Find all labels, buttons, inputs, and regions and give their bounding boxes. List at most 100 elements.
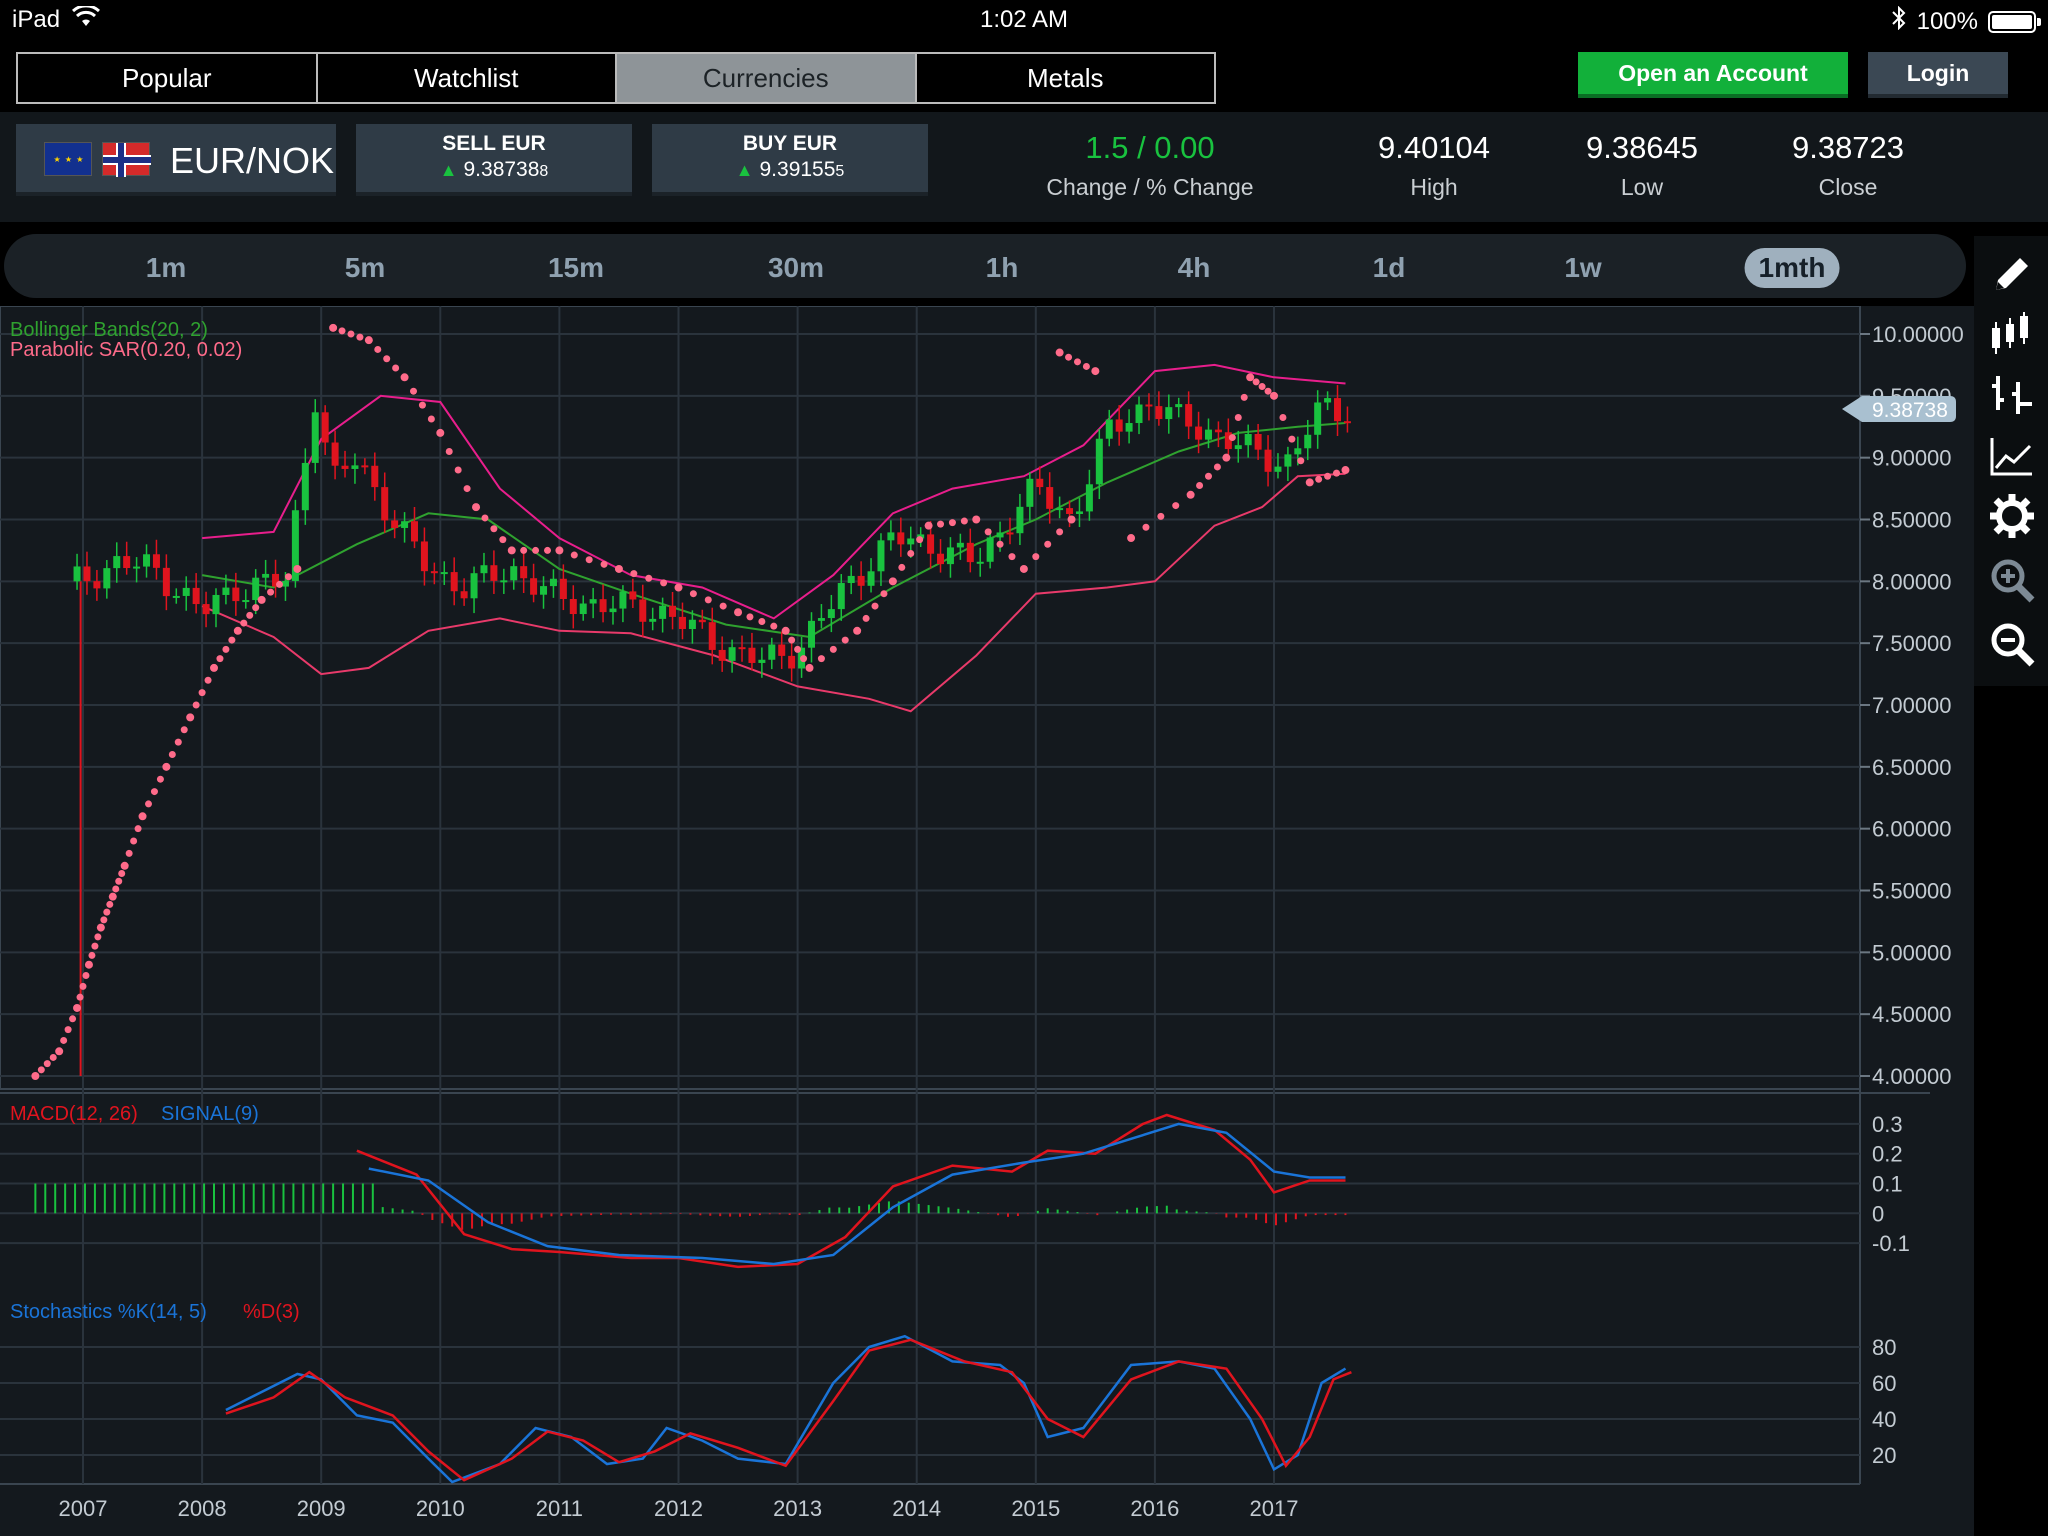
sar-dot	[1127, 534, 1136, 543]
tab-currencies[interactable]: Currencies	[617, 54, 917, 102]
chart-area[interactable]: 2007 2008 2009 2010 2011 2012 2013 2014 2015 2016…	[0, 306, 1974, 1536]
sar-dot	[570, 551, 578, 559]
sar-dot	[937, 520, 945, 528]
candle-up	[252, 577, 260, 601]
timeframe-1mth[interactable]: 1mth	[1744, 248, 1840, 288]
legend-signal: SIGNAL(9)	[161, 1103, 259, 1125]
sar-dot	[180, 726, 188, 734]
sar-dot	[1252, 378, 1260, 386]
sar-dot	[853, 626, 862, 635]
instrument-selector[interactable]: ★ ★ ★ EUR/NOK	[16, 124, 336, 192]
parabolic-sar	[31, 323, 1350, 1080]
sell-label: SELL EUR	[442, 132, 546, 155]
sar-dot	[1056, 528, 1064, 536]
ohlc-bars-icon[interactable]	[1988, 370, 2036, 418]
candle-down	[927, 534, 935, 554]
tab-popular[interactable]: Popular	[18, 54, 318, 102]
open-account-button[interactable]: Open an Account	[1578, 52, 1848, 94]
sar-dot	[96, 923, 105, 932]
candle-up	[976, 561, 984, 564]
timeframe-1d[interactable]: 1d	[1359, 248, 1420, 288]
sar-dot	[91, 942, 99, 950]
sell-price: 9.38738	[463, 158, 540, 181]
sar-dot	[924, 521, 933, 530]
stoch-y-tick-label: 20	[1872, 1443, 1896, 1468]
bluetooth-icon	[1891, 5, 1907, 37]
sar-dot	[972, 515, 981, 524]
buy-label: BUY EUR	[742, 132, 838, 155]
candle-up	[619, 591, 627, 609]
sar-dot	[198, 689, 206, 697]
candle-up	[589, 599, 597, 604]
candle-up	[1294, 448, 1302, 455]
candle-down	[669, 605, 677, 617]
sar-dot	[168, 750, 176, 758]
buy-price-pip: 5	[835, 163, 845, 180]
candle-down	[1066, 508, 1074, 514]
timeframe-1h[interactable]: 1h	[972, 248, 1033, 288]
sar-dot	[103, 908, 111, 916]
sar-dot	[481, 514, 489, 522]
zoom-out-icon[interactable]	[1988, 620, 2036, 668]
candle-down	[599, 599, 607, 613]
x-tick-label: 2014	[892, 1496, 941, 1521]
sar-dot	[888, 577, 897, 586]
legend-stoch-k: Stochastics %K(14, 5)	[10, 1301, 207, 1323]
pencil-icon[interactable]	[1988, 250, 2036, 298]
sar-dot	[1157, 512, 1165, 520]
sar-dot	[1067, 515, 1076, 524]
sar-dot	[55, 1047, 64, 1056]
candle-up	[1105, 419, 1113, 439]
line-chart-icon[interactable]	[1988, 432, 2036, 480]
candle-up	[401, 521, 409, 528]
sar-dot	[1213, 463, 1221, 471]
macd-y-tick-label: -0.1	[1872, 1231, 1910, 1256]
battery-icon	[1988, 10, 2041, 33]
sar-dot	[1172, 502, 1180, 510]
chart-toolbar	[1974, 236, 2048, 686]
candle-down	[530, 578, 538, 595]
candle-down	[83, 566, 91, 582]
sar-dot	[788, 636, 796, 644]
legend-macd: MACD(12, 26)	[10, 1103, 138, 1125]
sar-dot	[82, 972, 90, 980]
timeframe-1m[interactable]: 1m	[132, 248, 200, 288]
sar-dot	[507, 546, 516, 555]
timeframe-30m[interactable]: 30m	[754, 248, 838, 288]
zoom-in-icon[interactable]	[1988, 556, 2036, 604]
sar-dot	[660, 579, 668, 587]
timeframe-15m[interactable]: 15m	[534, 248, 618, 288]
sell-button[interactable]: SELL EUR ▲ 9.387388	[356, 124, 632, 192]
buy-button[interactable]: BUY EUR ▲ 9.391555	[652, 124, 928, 192]
timeframe-5m[interactable]: 5m	[331, 248, 399, 288]
candle-up	[301, 462, 309, 511]
price-chart[interactable]: 2007 2008 2009 2010 2011 2012 2013 2014 2015 2016…	[0, 306, 1974, 1536]
login-button[interactable]: Login	[1868, 52, 2008, 94]
candle-up	[946, 547, 954, 565]
tab-watchlist[interactable]: Watchlist	[317, 54, 617, 102]
sar-dot	[1204, 472, 1212, 480]
tab-metals[interactable]: Metals	[916, 54, 1214, 102]
candle-up	[1234, 445, 1242, 450]
candle-up	[1075, 511, 1083, 514]
sar-dot	[1246, 373, 1255, 382]
candle-down	[788, 655, 796, 669]
candle-down	[123, 556, 131, 569]
sar-dot	[800, 655, 808, 663]
candle-up	[212, 594, 220, 615]
candle-up	[500, 580, 508, 583]
sar-dot	[600, 560, 608, 568]
candle-up	[1165, 407, 1173, 420]
sar-dot	[374, 345, 382, 353]
timeframe-1w[interactable]: 1w	[1550, 248, 1615, 288]
candle-up	[688, 619, 696, 630]
candle-up	[986, 537, 994, 562]
gear-icon[interactable]	[1988, 492, 2036, 540]
timeframe-4h[interactable]: 4h	[1164, 248, 1225, 288]
candlestick-icon[interactable]	[1988, 310, 2036, 358]
sar-dot	[984, 528, 992, 536]
candle-down	[1036, 478, 1044, 488]
sar-dot	[996, 540, 1004, 548]
stoch-y-tick-label: 60	[1872, 1371, 1896, 1396]
sar-dot	[1222, 453, 1231, 462]
